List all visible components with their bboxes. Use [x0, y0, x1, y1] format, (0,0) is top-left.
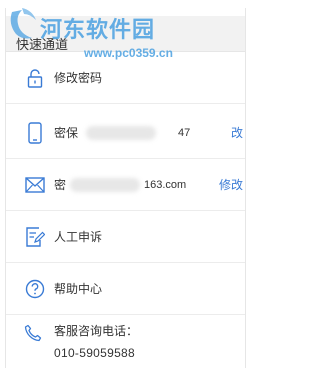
quick-access-panel: 快速通道 修改密码 密保 47 改 密 163.com 修改 人工申诉 帮助中心… — [5, 8, 246, 368]
mail-icon — [24, 174, 46, 196]
hotline-label: 客服咨询电话： — [54, 324, 139, 338]
document-edit-icon — [24, 226, 46, 248]
panel-header: 快速通道 — [6, 16, 245, 52]
hotline-number: 010-59059588 — [54, 346, 136, 360]
security-phone-label: 密保 — [54, 126, 79, 140]
manual-appeal-label: 人工申诉 — [54, 230, 103, 244]
manual-appeal-item[interactable]: 人工申诉 — [6, 211, 245, 263]
panel-title: 快速通道 — [16, 37, 69, 52]
help-center-item[interactable]: 帮助中心 — [6, 263, 245, 315]
masked-email-blur — [70, 177, 141, 192]
edit-email-link[interactable]: 修改 — [219, 176, 243, 193]
security-email-item: 密 163.com 修改 — [6, 159, 245, 211]
masked-phone-suffix: 47 — [178, 126, 191, 139]
edit-phone-link[interactable]: 改 — [231, 124, 243, 141]
masked-phone-blur — [86, 125, 157, 140]
change-password-label: 修改密码 — [54, 71, 103, 85]
customer-service-hotline: 客服咨询电话： 010-59059588 — [6, 318, 245, 375]
security-email-label: 密 — [54, 178, 67, 192]
security-phone-item: 密保 47 改 — [6, 107, 245, 159]
phone-icon — [24, 121, 46, 144]
phone-handset-icon — [24, 324, 42, 347]
help-icon — [24, 278, 46, 300]
change-password-item[interactable]: 修改密码 — [6, 52, 245, 104]
help-center-label: 帮助中心 — [54, 282, 103, 296]
lock-icon — [24, 67, 46, 89]
masked-email-domain: 163.com — [144, 178, 187, 191]
